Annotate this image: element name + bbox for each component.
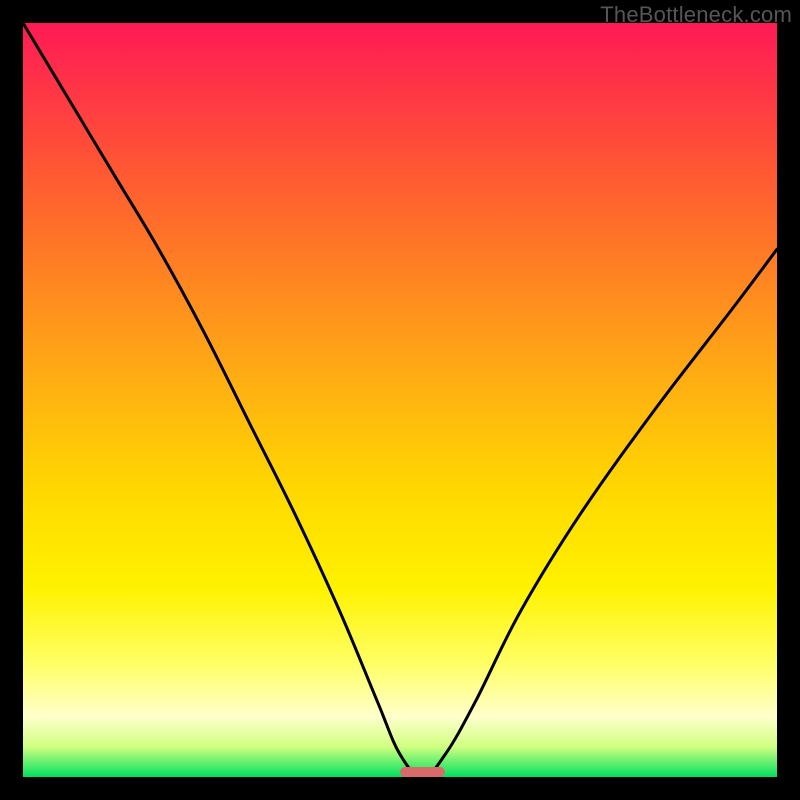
plot-area xyxy=(23,23,777,777)
bottleneck-curve xyxy=(23,23,777,777)
optimal-marker xyxy=(400,767,445,777)
watermark-text: TheBottleneck.com xyxy=(600,2,792,28)
chart-frame: TheBottleneck.com xyxy=(0,0,800,800)
curve-path xyxy=(23,23,777,777)
